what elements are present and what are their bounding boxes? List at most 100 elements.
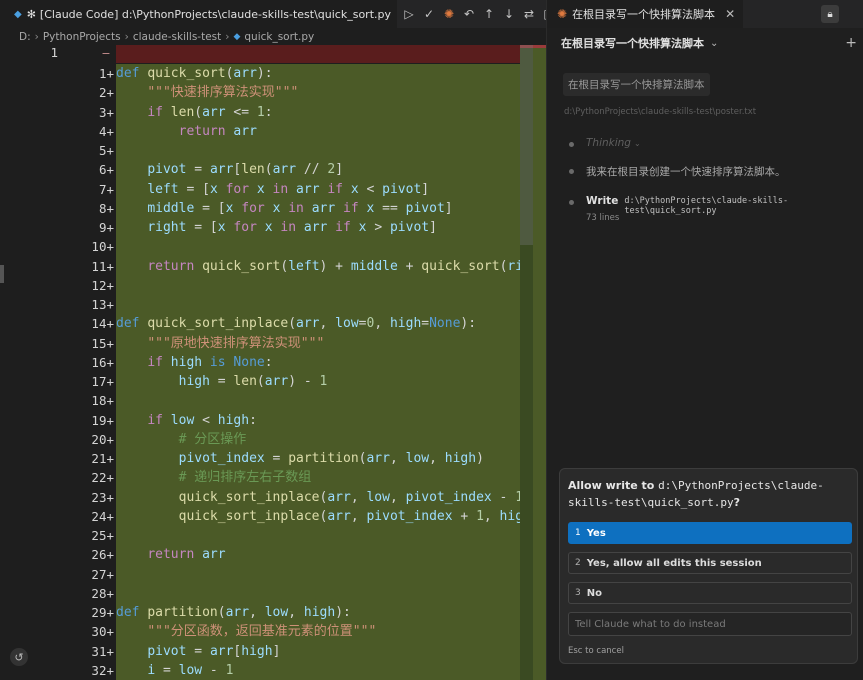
run-icon[interactable]: ▷ [399,4,419,24]
editor-tab-quick-sort[interactable]: ◆ ✻ [Claude Code] d:\PythonProjects\clau… [0,0,398,28]
line-number: 8+ [98,200,114,216]
accept-check-icon[interactable]: ✓ [419,4,439,24]
thinking-step[interactable]: Thinking ⌄ [569,137,641,149]
line-number: 6+ [98,162,114,178]
line-number: 25+ [91,528,114,543]
option-no-button[interactable]: 3 No [568,582,852,604]
line-number: 7+ [98,181,114,197]
option-label: Yes, allow all edits this session [586,557,762,569]
code-token: return [178,123,234,139]
code-token: + [397,258,422,274]
instead-input[interactable] [568,612,852,636]
breadcrumb-folder-pythonprojects[interactable]: PythonProjects [43,31,121,43]
chevron-down-icon[interactable]: ⌄ [710,38,718,49]
code-token: is [202,354,234,370]
session-header[interactable]: 在根目录写一个快排算法脚本 ⌄ + [547,28,863,58]
code-token: , [483,508,500,524]
arrow-down-icon[interactable]: ↓ [499,4,519,24]
code-line: high = len(arr) - 1 [116,372,520,391]
thinking-label: Thinking [586,137,631,149]
code-token: quick_sort [421,258,500,274]
code-token: high [170,354,203,370]
minimap-slider[interactable] [520,45,533,245]
close-icon[interactable]: ✕ [725,7,735,21]
code-token: high [499,508,520,524]
swap-icon[interactable]: ⇄ [519,4,539,24]
option-number: 1 [575,528,581,538]
option-yes-allow-all-button[interactable]: 2 Yes, allow all edits this session [568,552,852,574]
breadcrumb-folder-claude-skills-test[interactable]: claude-skills-test [133,31,221,43]
chevron-right-icon: › [225,30,230,43]
deleted-line-marker: − [101,47,111,60]
arrow-up-icon[interactable]: ↑ [479,4,499,24]
code-token: high [178,374,210,389]
code-line: right = [x for x in arr if x > pivot] [116,218,520,237]
option-yes-button[interactable]: 1 Yes [568,522,852,544]
code-token: x [350,181,359,197]
code-token: + [452,508,477,524]
code-token: 1 [256,104,265,120]
scroll-marker [0,265,4,283]
claude-spark-icon[interactable]: ✺ [439,4,459,24]
revert-icon[interactable]: ↶ [459,4,479,24]
line-number: 4+ [98,123,114,139]
line-number: 27+ [91,566,114,582]
code-token: arr [264,374,289,389]
new-session-plus-icon[interactable]: + [845,35,857,51]
code-token: low [264,605,289,620]
code-token: x [358,220,367,235]
code-token: return [147,258,203,274]
claude-panel: ✺ 在根目录写一个快排算法脚本 ✕ 🔒︎ 在根目录写一个快排算法脚本 ⌄ + 在… [546,0,863,680]
code-token: , [350,489,367,505]
code-token: pivot_index [366,508,453,524]
history-icon[interactable]: ↺ [10,648,28,666]
code-token: arr [303,220,328,235]
breadcrumb-drive[interactable]: D: [19,31,31,43]
code-line: left = [x for x in arr if x < pivot] [116,180,520,199]
code-token: arr [327,489,351,505]
code-token: if [327,220,359,235]
code-token: ) + [319,258,351,274]
code-token: = [186,643,210,659]
panel-tab[interactable]: ✺ 在根目录写一个快排算法脚本 ✕ [547,0,744,28]
code-token: , [288,605,304,620]
code-token: len [233,374,257,389]
breadcrumb-file[interactable]: quick_sort.py [244,31,314,43]
question-suffix: ? [733,496,740,509]
code-token: for [233,200,273,216]
breadcrumb: D: › PythonProjects › claude-skills-test… [0,28,546,45]
line-number: 32+ [91,662,114,678]
code-token: for [225,220,265,235]
permission-question: Allow write to d:\PythonProjects\claude-… [568,477,853,511]
line-number: 29+ [91,605,114,620]
option-number: 3 [575,588,581,598]
code-token: len [241,162,265,178]
line-number: 31+ [91,643,114,659]
code-token: low [366,489,390,505]
code-diff-added[interactable]: def quick_sort(arr): """快速排序算法实现""" if l… [116,64,520,680]
code-line: if len(arr <= 1: [116,103,520,122]
code-token: x [217,220,226,235]
lock-icon[interactable]: 🔒︎ [821,5,839,23]
code-line: pivot = arr[high] [116,642,520,661]
code-token: high [389,316,422,332]
code-line: # 分区操作 [116,430,520,449]
write-file-path[interactable]: d:\PythonProjects\claude-skills-test\qui… [624,196,863,216]
code-line: return arr [116,122,520,141]
minimap[interactable] [520,45,546,680]
code-token: def [116,66,148,81]
code-token: arr [225,605,250,620]
code-line: if low < high: [116,411,520,430]
code-token: ( [194,104,203,120]
assistant-message: 我来在根目录创建一个快速排序算法脚本。 [586,166,786,178]
line-number: 9+ [98,220,114,235]
code-token: ] [444,200,453,216]
code-token: high [444,451,477,466]
